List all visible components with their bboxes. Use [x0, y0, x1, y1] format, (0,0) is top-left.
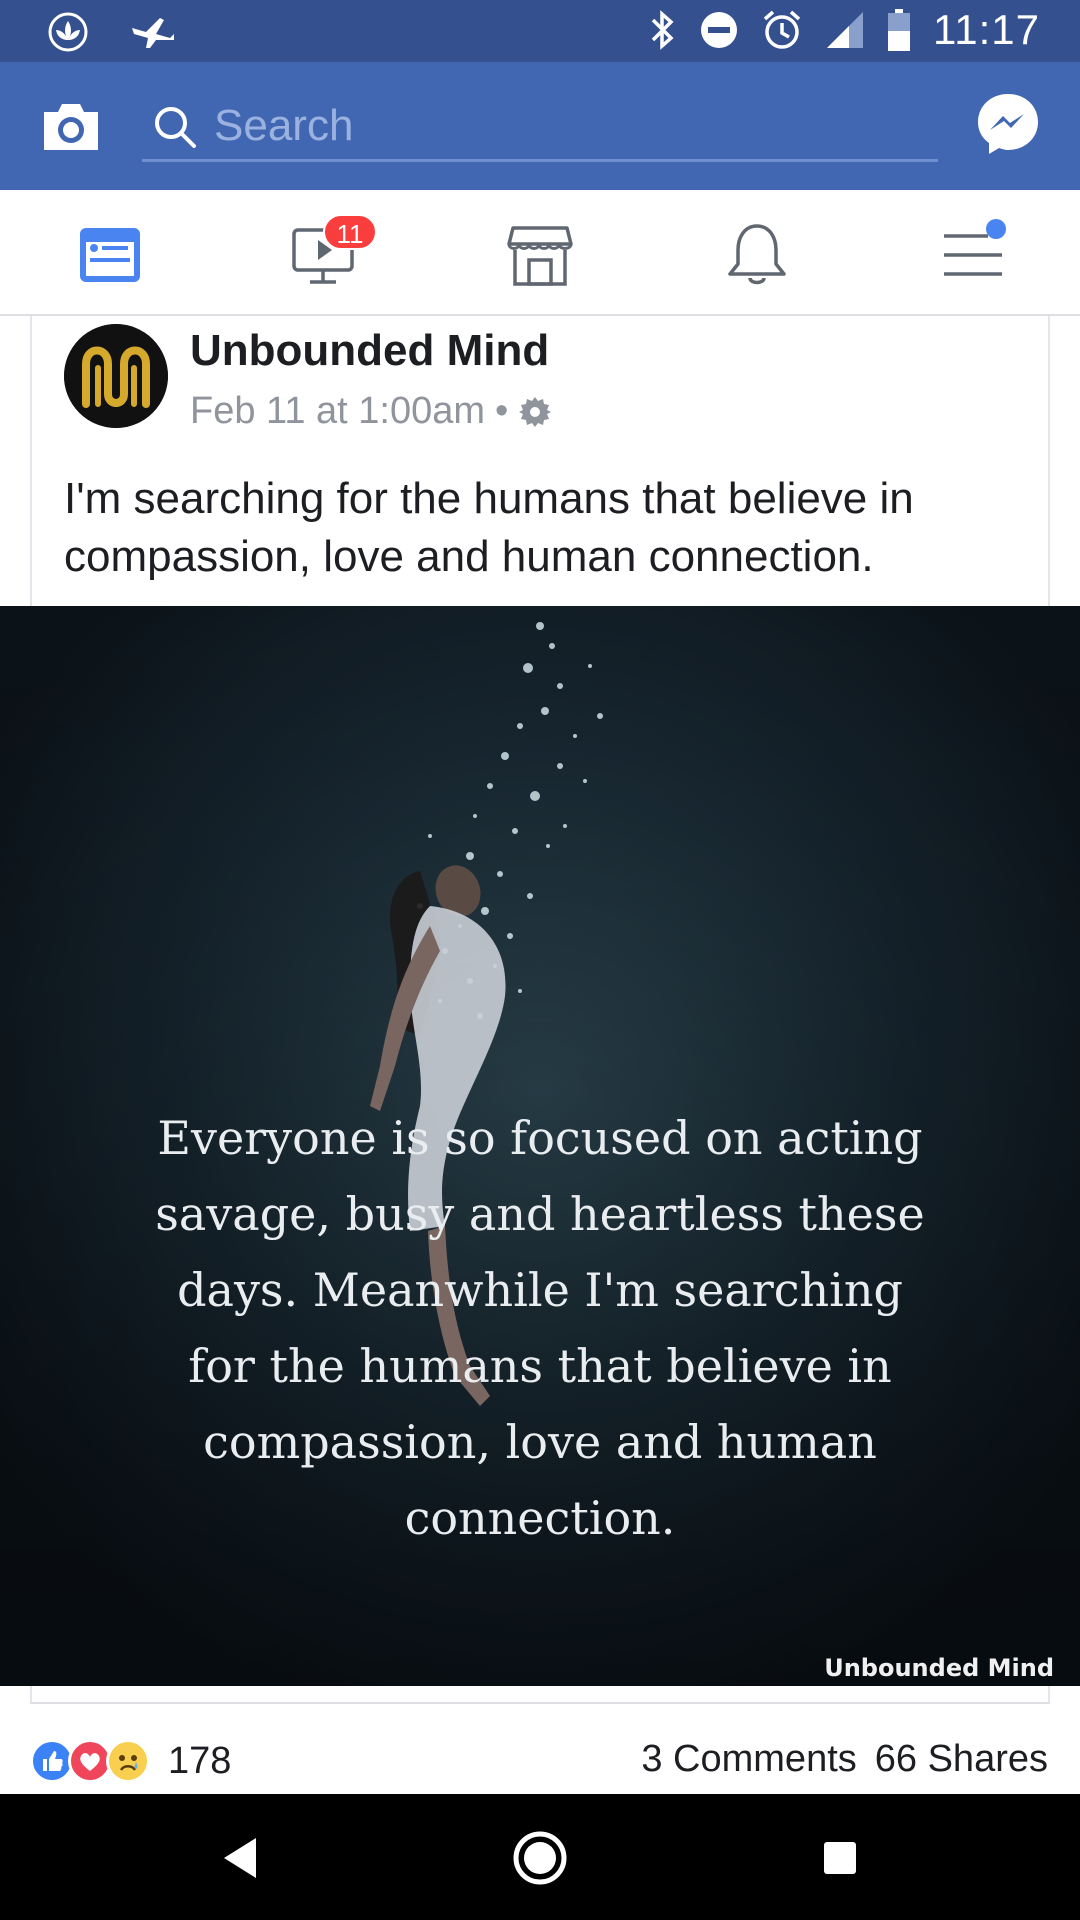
recents-icon[interactable]: [810, 1828, 870, 1888]
back-icon[interactable]: [210, 1828, 270, 1888]
privacy-gear-icon[interactable]: [518, 395, 552, 429]
news-feed-icon[interactable]: [76, 220, 146, 290]
post-meta: Feb 11 at 1:00am •: [190, 390, 552, 433]
post-timestamp[interactable]: Feb 11 at 1:00am: [190, 390, 485, 433]
shares-link[interactable]: 66 Shares: [875, 1738, 1048, 1781]
marketplace-icon[interactable]: [505, 220, 575, 290]
avatar[interactable]: [64, 324, 168, 428]
tab-bar: [0, 190, 1080, 316]
home-icon[interactable]: [510, 1828, 570, 1888]
search-input[interactable]: [214, 96, 914, 156]
battery-icon: [888, 9, 910, 51]
meta-separator: •: [495, 390, 509, 432]
notifications-icon[interactable]: [722, 220, 792, 290]
lotus-icon: [48, 12, 88, 52]
unbounded-mind-logo-icon: [64, 324, 168, 428]
do-not-disturb-icon: [701, 12, 737, 48]
system-nav-bar: [0, 1794, 1080, 1920]
watch-notification-badge: 11: [323, 214, 377, 250]
signal-icon: [827, 12, 863, 48]
post-text: I'm searching for the humans that believ…: [64, 474, 914, 581]
reaction-count: 178: [168, 1739, 232, 1782]
image-quote: Everyone is so focused on acting savage,…: [155, 1111, 925, 1545]
engagement-stats: 3 Comments 66 Shares: [641, 1738, 1048, 1781]
search-header: [0, 62, 1080, 190]
bluetooth-icon: [651, 10, 674, 50]
search-bar[interactable]: [142, 90, 938, 162]
menu-notification-dot: [986, 219, 1006, 239]
search-icon: [155, 107, 196, 148]
image-watermark: Unbounded Mind: [824, 1654, 1054, 1682]
status-bar: 11:17: [0, 0, 1080, 62]
plane-icon: [132, 18, 174, 48]
reactions-summary[interactable]: 178: [30, 1736, 231, 1786]
sad-reaction-icon: [106, 1739, 150, 1783]
alarm-icon: [763, 10, 801, 49]
status-time: 11:17: [933, 6, 1040, 53]
post-author[interactable]: Unbounded Mind: [190, 326, 549, 376]
post-divider: [30, 1702, 1050, 1704]
camera-icon[interactable]: [40, 98, 102, 154]
messenger-icon[interactable]: [976, 92, 1040, 156]
comments-link[interactable]: 3 Comments: [641, 1738, 856, 1781]
